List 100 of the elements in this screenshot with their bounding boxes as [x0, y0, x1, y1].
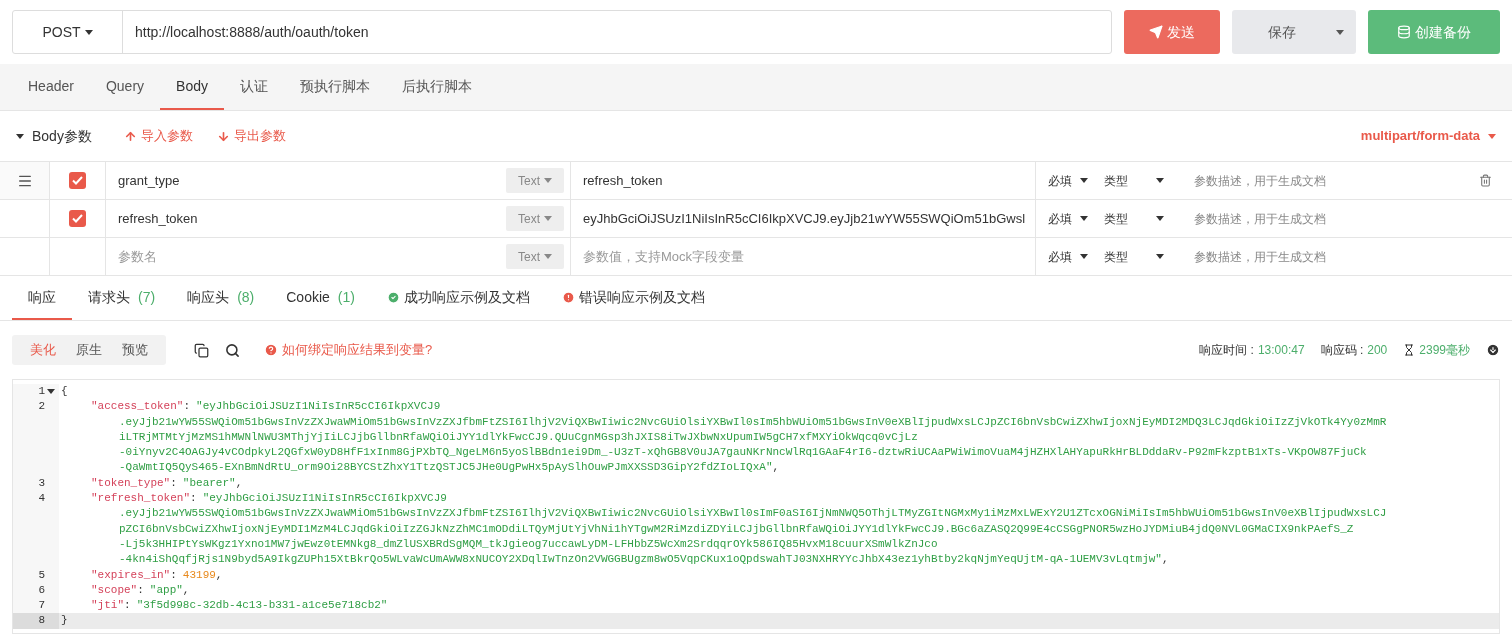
- database-icon: [1397, 25, 1411, 39]
- line-number: 1: [38, 384, 45, 399]
- download-icon[interactable]: [1486, 343, 1500, 357]
- view-mode-tab[interactable]: 预览: [112, 340, 158, 360]
- help-icon: [264, 343, 278, 357]
- count-label: (1): [337, 287, 355, 307]
- stat-label: 响应码 :: [1320, 342, 1364, 359]
- param-value-field[interactable]: eyJhbGciOiJSUzI1NiIsInR5cCI6IkpXVCJ9.eyJjb21wYW55SWQiOm51bGwsl: [583, 208, 1026, 229]
- caret-icon: [1156, 254, 1164, 259]
- comma: ,: [235, 475, 243, 491]
- json-key: "access_token": [91, 399, 184, 415]
- param-description-field[interactable]: 参数描述，用于生成文档: [1194, 171, 1326, 190]
- method-dropdown[interactable]: POST: [13, 11, 123, 53]
- caret-icon: [1336, 29, 1344, 35]
- caret-icon: [1080, 254, 1088, 259]
- json-value: -0iYnyv2C4OAGJy4vCOdpkyL2QGfxW0yD8HfF1xInm8GjPXbTQ_NgeLM6n5yoSlBBdn1ei9Dm_-U3zT-xQhGB8V0uJA7gauNKrNncWlRq1GAaF4rI6-dztwRiUCAaPWiWimoVuaM4jHZHXlAHYapuRkHrBLDddaRv-P92mFkzptB1xTs-VKpOW87FjuCk: [119, 445, 1367, 461]
- json-value: "eyJhbGciOiJSUzI1NiIsInR5cCI6IkpXVCJ9: [196, 399, 441, 415]
- caret-icon: [1080, 216, 1088, 221]
- body-params-toggle[interactable]: Body参数: [16, 125, 92, 147]
- check-icon: [72, 214, 83, 223]
- save-button[interactable]: 保存: [1232, 10, 1356, 54]
- response-tab[interactable]: 错误响应示例及文档: [545, 276, 721, 320]
- checkbox[interactable]: [69, 172, 86, 189]
- comma: ,: [772, 460, 780, 476]
- type-select[interactable]: 类型: [1104, 209, 1128, 228]
- count-label: (7): [138, 287, 156, 307]
- required-dropdown[interactable]: 必填: [1048, 171, 1072, 190]
- required-dropdown[interactable]: 必填: [1048, 247, 1072, 266]
- url-field[interactable]: http://localhost:8888/auth/oauth/token: [123, 11, 369, 53]
- colon: :: [137, 582, 145, 598]
- copy-icon[interactable]: [194, 342, 209, 358]
- brace: }: [61, 614, 68, 627]
- json-value: 43199: [182, 567, 216, 583]
- json-key: "expires_in": [91, 567, 171, 583]
- json-value: pZCI6bnVsbCwiZXhwIjoxNjEyMDI1MzM4LCJqdGkiOiIzZGJkNzZhMC1mODdiLTQyMjUtYjVhNi1hYTgwM2RiMzdiZDYiLCJjbGllbnRfaWQiOiJYY1dlYkFwcCJ9.BGc6aZASQ2Q99E4cCSGgPNOR5wzHoJYDMiuB4jdQ0NVL0GMaCIX9nkPAefS_Z: [119, 521, 1354, 537]
- json-value: -QaWmtIQ5QyS465-EXnBmNdRtU_orm9Oi28BYCStZhxY1TtzQSTJC5JHe0UgPwHx5pAySlhOuwPJmXXSSD3GipY2fdZIoLIQxA": [119, 460, 773, 476]
- request-tab[interactable]: 认证: [223, 64, 284, 110]
- line-number: 6: [38, 582, 45, 598]
- send-icon: [1149, 25, 1163, 39]
- json-key: "scope": [91, 582, 138, 599]
- request-tab[interactable]: Query: [89, 64, 161, 110]
- colon: :: [190, 491, 198, 507]
- stat-value: 200: [1367, 342, 1388, 359]
- json-key: "jti": [91, 598, 124, 614]
- response-tab[interactable]: 请求头 (7): [72, 276, 172, 320]
- help-link[interactable]: 如何绑定响应结果到变量?: [282, 340, 433, 360]
- error-icon: [561, 290, 575, 304]
- stat-value: 13:00:47: [1257, 342, 1305, 359]
- arrow-down-icon: [216, 129, 230, 143]
- param-value-field[interactable]: refresh_token: [583, 170, 663, 191]
- success-icon: [386, 290, 400, 304]
- json-key: "token_type": [91, 475, 171, 492]
- line-number: 7: [38, 598, 45, 614]
- colon: :: [183, 399, 192, 415]
- view-mode-tab[interactable]: 原生: [66, 340, 112, 360]
- delete-icon[interactable]: [1479, 174, 1492, 187]
- hourglass-icon: [1403, 344, 1416, 356]
- count-label: (8): [237, 287, 255, 307]
- caret-icon: [544, 178, 552, 183]
- stat-label: 响应时间 :: [1199, 342, 1254, 359]
- search-icon[interactable]: [225, 342, 240, 358]
- line-number: 4: [38, 491, 45, 507]
- json-value: "app": [149, 582, 183, 598]
- param-name-field[interactable]: refresh_token: [118, 208, 198, 229]
- type-select[interactable]: 类型: [1104, 247, 1128, 266]
- import-params-button[interactable]: 导入参数: [123, 126, 193, 146]
- arrow-up-icon: [123, 129, 137, 143]
- param-name-field[interactable]: grant_type: [118, 170, 180, 191]
- param-description-field[interactable]: 参数描述，用于生成文档: [1194, 209, 1326, 228]
- export-params-button[interactable]: 导出参数: [216, 126, 286, 146]
- response-tab[interactable]: 成功响应示例及文档: [370, 276, 546, 320]
- content-type-dropdown[interactable]: multipart/form-data: [1360, 126, 1496, 146]
- request-tab[interactable]: 后执行脚本: [385, 64, 488, 110]
- caret-icon: [47, 389, 55, 394]
- caret-icon: [1156, 216, 1164, 221]
- line-number: 8: [38, 613, 45, 629]
- caret-icon: [1488, 133, 1496, 139]
- comma: ,: [182, 582, 190, 598]
- json-value: .eyJjb21wYW55SWQiOm51bGwsInVzZXJwaWMiOm51bGwsInVzZXJfbmFtZSI6IlhjV2ViQXBwIiwic2NvcGUiOlsiYXBwIl0sImF0aSI6IjNmNWQ5OThjLTMyZGItNGMxMy1iMzMxLWExY2U1ZTcxOGNiMiIsIm5hbWUiOm51bGwsInV0eXBlIjpudWxsLCJ: [119, 506, 1387, 522]
- type-select[interactable]: 类型: [1104, 171, 1128, 190]
- param-description-field[interactable]: 参数描述，用于生成文档: [1194, 247, 1326, 266]
- response-tab[interactable]: Cookie (1): [270, 276, 371, 320]
- colon: :: [170, 567, 178, 583]
- checkbox[interactable]: [69, 210, 86, 227]
- comma: ,: [215, 567, 223, 583]
- caret-icon: [1156, 178, 1164, 183]
- json-value: "eyJhbGciOiJSUzI1NiIsInR5cCI6IkpXVCJ9: [202, 491, 447, 507]
- json-value: .eyJjb21wYW55SWQiOm51bGwsInVzZXJwaWMiOm51bGwsInVzZXJfbmFtZSI6IlhjV2ViQXBwIiwic2NvcGUiOlsiYXBwIl0sIm5hbWUiOm51bGwsInV0eXBlIjpudWxsLCJpZCI6bnVsbCwiZXhwIjoxNjEyMDI2MDQ3LCJqdGkiOiIzZjVkOTk4Yy0zMmR: [119, 414, 1387, 430]
- json-value: -4kn4iShQqfjRjs1N9byd5A9IkgZUPh15XtBkrQo5WLvaWcUmAWW8xNUCOY2XDqlIwTnzOn2VWGGBUgzm8wO5VqpCKux1oQpdswahTJ03NXHRYYcJhbX43ez1yhBtby2kqNjmYeqUjtM-qA-1UEMV3vLqtmjw": [119, 552, 1162, 568]
- request-tab[interactable]: 预执行脚本: [283, 64, 386, 110]
- request-tab[interactable]: Header: [12, 64, 90, 110]
- colon: :: [124, 598, 132, 614]
- json-value: iLTRjMTMtYjMzMS1hMWNlNWU3MThjYjIiLCJjbGllbnRfaWQiOiJYY1dlYkFwcCJ9.QUuCgnMGsp3hJXIS8iTwJXbwNxUpumIW5gCH7xfMXYiOkWqcq0vCjLz: [119, 429, 918, 445]
- caret-icon: [544, 216, 552, 221]
- line-number: 2: [38, 399, 45, 415]
- required-dropdown[interactable]: 必填: [1048, 209, 1072, 228]
- response-tab[interactable]: 响应头 (8): [171, 276, 271, 320]
- json-key: "refresh_token": [91, 491, 191, 507]
- json-value: "bearer": [182, 475, 236, 491]
- fold-icon[interactable]: [47, 389, 55, 394]
